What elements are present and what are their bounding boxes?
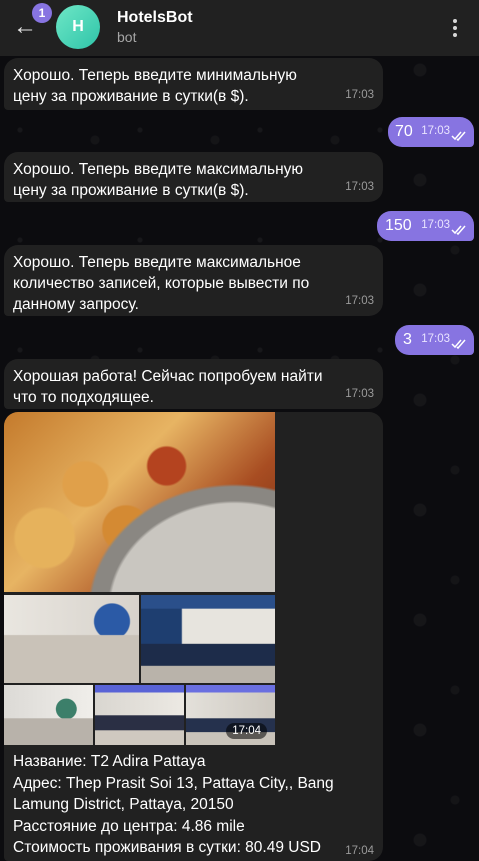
album-photo-room-4[interactable] xyxy=(95,685,184,745)
album-photo-room-2[interactable] xyxy=(141,595,275,683)
album-photo-room-1[interactable] xyxy=(4,595,139,683)
message-time: 17:04 xyxy=(345,845,374,857)
incoming-message[interactable]: Хорошо. Теперь введите максимальное коли… xyxy=(4,245,383,316)
album-photo-room-5[interactable]: 17:04 xyxy=(186,685,275,745)
chat-header: ← 1 H HotelsBot bot xyxy=(0,0,479,56)
double-check-icon xyxy=(451,225,466,236)
outgoing-message[interactable]: 70 17:03 xyxy=(388,117,474,147)
message-time: 17:03 xyxy=(345,388,374,400)
message-text: 150 xyxy=(385,217,412,234)
album-photo-room-3[interactable] xyxy=(4,685,93,745)
photo-time-badge: 17:04 xyxy=(226,723,267,739)
chat-title[interactable]: HotelsBot xyxy=(117,9,193,27)
message-text: 70 xyxy=(395,123,413,140)
hotel-address-line-cont: Lamung District, Pattaya, 20150 xyxy=(13,796,234,813)
message-text: Хорошо. Теперь введите минимальную цену … xyxy=(13,67,297,105)
message-time: 17:03 xyxy=(345,89,374,101)
incoming-message[interactable]: Хорошая работа! Сейчас попробуем найти ч… xyxy=(4,359,383,409)
unread-count-badge: 1 xyxy=(32,3,52,23)
incoming-message[interactable]: Хорошо. Теперь введите максимальную цену… xyxy=(4,152,383,202)
hotel-price-line: Стоимость проживания в сутки: 80.49 USD xyxy=(13,839,322,856)
message-time: 17:03 xyxy=(421,219,450,231)
hotel-info-caption: Название: T2 Adira Pattaya Адрес: Thep P… xyxy=(13,751,378,859)
message-text: Хорошо. Теперь введите максимальное коли… xyxy=(13,254,310,313)
message-time: 17:03 xyxy=(345,295,374,307)
avatar[interactable]: H xyxy=(56,5,100,49)
incoming-message[interactable]: Хорошо. Теперь введите минимальную цену … xyxy=(4,58,383,110)
hotel-address-line: Адрес: Thep Prasit Soi 13, Pattaya City,… xyxy=(13,774,334,792)
hotel-name-line: Название: T2 Adira Pattaya xyxy=(13,753,206,770)
message-time: 17:03 xyxy=(345,181,374,193)
message-text: Хорошо. Теперь введите максимальную цену… xyxy=(13,161,304,199)
chat-subtitle: bot xyxy=(117,29,137,45)
double-check-icon xyxy=(451,339,466,350)
more-menu-icon[interactable] xyxy=(443,14,467,42)
outgoing-message[interactable]: 150 17:03 xyxy=(377,211,474,241)
double-check-icon xyxy=(451,131,466,142)
message-text: Хорошая работа! Сейчас попробуем найти ч… xyxy=(13,368,323,406)
message-text: 3 xyxy=(403,331,412,348)
message-time: 17:03 xyxy=(421,125,450,137)
album-photo-food[interactable] xyxy=(4,412,275,592)
hotel-distance-line: Расстояние до центра: 4.86 mile xyxy=(13,817,245,835)
message-time: 17:03 xyxy=(421,333,450,345)
outgoing-message[interactable]: 3 17:03 xyxy=(395,325,474,355)
photo-album-message[interactable]: 17:04 Название: T2 Adira Pattaya Адрес: … xyxy=(4,412,383,861)
